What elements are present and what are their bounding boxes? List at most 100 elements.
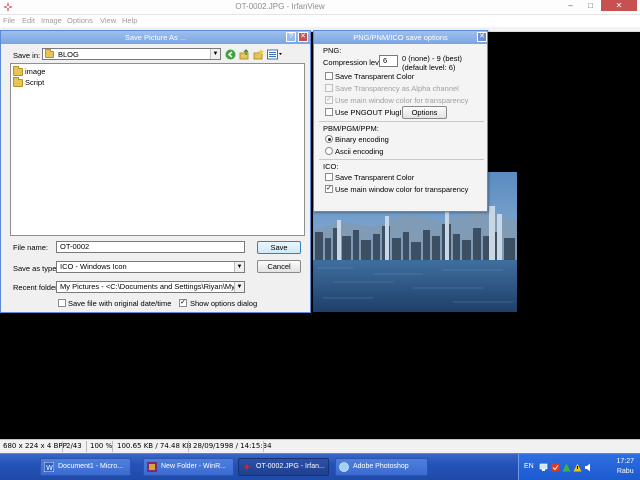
- recent-folders-value: My Pictures - <C:\Documents and Settings…: [60, 282, 245, 291]
- alert-icon[interactable]: [562, 463, 571, 472]
- save-in-dropdown[interactable]: BLOG ▼: [42, 48, 221, 60]
- binary-encoding-radio[interactable]: [325, 135, 333, 143]
- png-transparent-checkbox[interactable]: [325, 72, 333, 80]
- png-section-label: PNG:: [323, 46, 342, 55]
- ico-mainwin-label: Use main window color for transparency: [335, 185, 469, 194]
- ico-mainwin-checkbox[interactable]: ✓: [325, 185, 333, 193]
- status-bar: 680 x 224 x 4 BPP 2/43 100 % 100.65 KB /…: [0, 439, 640, 453]
- clock-day: Rabu: [616, 468, 634, 475]
- pngout-options-button[interactable]: Options: [402, 106, 447, 119]
- menu-help[interactable]: Help: [122, 16, 137, 25]
- system-tray: EN 17:27 Rabu: [518, 454, 640, 480]
- save-type-label: Save as type:: [13, 264, 59, 273]
- close-button[interactable]: ✕: [601, 0, 637, 11]
- menu-image[interactable]: Image: [41, 16, 62, 25]
- menu-options[interactable]: Options: [67, 16, 93, 25]
- task-irfanview-label: OT-0002.JPG - Irfan...: [256, 463, 325, 470]
- clock-time: 17:27: [616, 458, 634, 465]
- ico-section-label: ICO:: [323, 162, 339, 171]
- recent-folders-dropdown[interactable]: My Pictures - <C:\Documents and Settings…: [56, 281, 245, 293]
- binary-encoding-label: Binary encoding: [335, 135, 389, 144]
- photoshop-icon: [339, 462, 349, 472]
- file-name-input[interactable]: OT-0002: [56, 241, 245, 253]
- chevron-down-icon: ▼: [234, 282, 244, 292]
- help-button[interactable]: ?: [286, 32, 296, 42]
- file-name-label: File name:: [13, 243, 49, 252]
- pngout-checkbox[interactable]: [325, 108, 333, 116]
- ascii-encoding-radio[interactable]: [325, 147, 333, 155]
- status-datetime: 28/09/1998 / 14:15:34: [193, 442, 272, 450]
- status-dimensions: 680 x 224 x 4 BPP: [3, 442, 67, 450]
- file-list[interactable]: image Script: [10, 63, 305, 236]
- compression-input[interactable]: 6: [379, 55, 398, 67]
- menu-edit[interactable]: Edit: [22, 16, 35, 25]
- new-folder-icon[interactable]: [253, 49, 264, 60]
- compression-label: Compression level:: [323, 58, 387, 67]
- svg-text:W: W: [46, 464, 53, 472]
- chevron-down-icon: ▼: [234, 262, 244, 272]
- png-transparent-label: Save Transparent Color: [335, 72, 415, 81]
- menu-file[interactable]: File: [3, 16, 15, 25]
- ascii-encoding-label: Ascii encoding: [335, 147, 384, 156]
- view-menu-icon[interactable]: [267, 49, 283, 60]
- save-dialog-title: Save Picture As ...: [124, 33, 187, 42]
- png-alpha-label: Save Transparency as Alpha channel: [335, 84, 459, 93]
- up-folder-icon[interactable]: [239, 49, 250, 60]
- task-winrar[interactable]: New Folder - WinR...: [143, 458, 234, 476]
- back-icon[interactable]: [225, 49, 236, 60]
- task-word[interactable]: W Document1 - Micro...: [40, 458, 131, 476]
- options-dialog-title: PNG/PNM/ICO save options: [353, 33, 448, 42]
- menu-view[interactable]: View: [100, 16, 116, 25]
- keep-date-label: Save file with original date/time: [68, 299, 172, 308]
- status-index: 2/43: [66, 442, 82, 450]
- show-options-checkbox[interactable]: ✓: [179, 299, 187, 307]
- save-in-label: Save in:: [13, 51, 41, 60]
- file-name-text: image: [25, 67, 46, 76]
- network-icon[interactable]: [539, 463, 548, 472]
- png-mainwin-label: Use main window color for transparency: [335, 96, 469, 105]
- menu-bar: File Edit Image Options View Help: [0, 15, 640, 27]
- main-window-title: OT-0002.JPG - IrfanView: [235, 2, 325, 11]
- status-filesize: 100.65 KB / 74.48 KB: [117, 442, 192, 450]
- main-window-titlebar: OT-0002.JPG - IrfanView – □ ✕: [0, 0, 640, 15]
- list-item[interactable]: image: [11, 66, 91, 77]
- save-type-value: ICO - Windows Icon: [60, 262, 127, 271]
- antivirus-icon[interactable]: [551, 463, 560, 472]
- list-item[interactable]: Script: [11, 77, 91, 88]
- task-irfanview[interactable]: OT-0002.JPG - Irfan...: [238, 458, 329, 476]
- clock[interactable]: 17:27 Rabu: [616, 457, 634, 477]
- compression-hint-range: 0 (none) - 9 (best): [402, 54, 463, 63]
- winrar-icon: [147, 462, 157, 472]
- save-type-dropdown[interactable]: ICO - Windows Icon ▼: [56, 261, 245, 273]
- ico-transparent-checkbox[interactable]: [325, 173, 333, 181]
- options-dialog-titlebar: PNG/PNM/ICO save options: [314, 31, 487, 44]
- status-zoom: 100 %: [90, 442, 113, 450]
- options-dialog-close-button[interactable]: ✕: [477, 32, 487, 42]
- show-options-label: Show options dialog: [190, 299, 258, 308]
- png-options-dialog: PNG/PNM/ICO save options ✕ PNG: Compress…: [313, 30, 488, 212]
- ico-transparent-label: Save Transparent Color: [335, 173, 415, 182]
- folder-icon: [13, 66, 23, 76]
- file-name-text: Script: [25, 78, 45, 87]
- volume-icon[interactable]: [584, 463, 593, 472]
- png-alpha-checkbox: [325, 84, 333, 92]
- language-indicator[interactable]: EN: [524, 463, 534, 470]
- png-mainwin-checkbox: ✓: [325, 96, 333, 104]
- keep-date-checkbox[interactable]: [58, 299, 66, 307]
- warning-icon[interactable]: [573, 463, 582, 472]
- save-button[interactable]: Save: [257, 241, 301, 254]
- folder-icon: [13, 77, 23, 87]
- save-dialog-close-button[interactable]: ✕: [298, 32, 308, 42]
- folder-icon: [45, 49, 54, 58]
- save-in-value: BLOG: [58, 50, 79, 59]
- save-picture-dialog: Save Picture As ... ? ✕ Save in: BLOG ▼ …: [0, 30, 311, 313]
- save-dialog-titlebar: Save Picture As ...: [1, 31, 310, 44]
- irfanview-icon: [242, 462, 252, 472]
- word-icon: W: [44, 462, 54, 472]
- cancel-button[interactable]: Cancel: [257, 260, 301, 273]
- task-photoshop[interactable]: Adobe Photoshop: [335, 458, 428, 476]
- minimize-button[interactable]: –: [561, 0, 580, 11]
- pbm-section-label: PBM/PGM/PPM:: [323, 124, 379, 133]
- task-winrar-label: New Folder - WinR...: [161, 463, 226, 470]
- maximize-button[interactable]: □: [581, 0, 600, 11]
